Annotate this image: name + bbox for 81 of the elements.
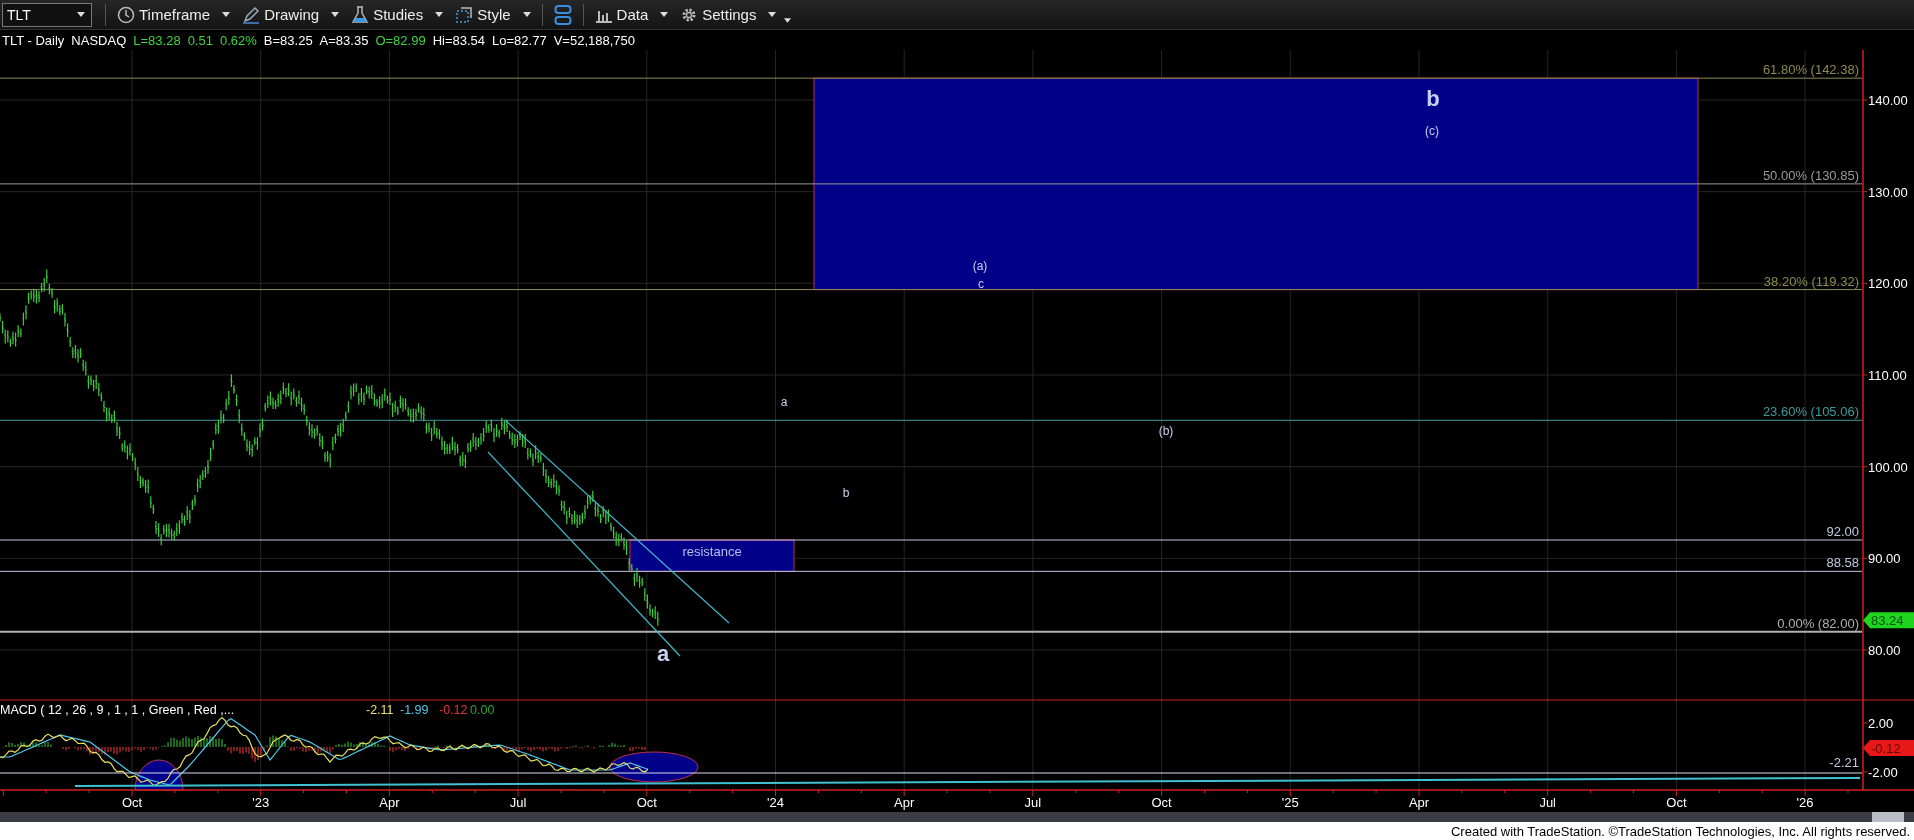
quote-value: 0.62% [219, 32, 257, 48]
indicator-value: 0.00 [470, 703, 495, 717]
caret-icon [768, 12, 777, 17]
level-label: 92.00 [1826, 524, 1859, 539]
time-axis-label: Jul [1539, 795, 1556, 810]
quote-value: Hi=83.54 [432, 32, 486, 48]
price-axis-label: 90.00 [1868, 551, 1901, 567]
caret-icon [331, 12, 340, 17]
level-label: 50.00% (130.85) [1762, 167, 1859, 183]
level-label: 0.00% (82.00) [1777, 615, 1859, 631]
quote-value: 0.51 [187, 32, 213, 48]
scrollbar-thumb[interactable] [1872, 812, 1904, 822]
quote-value: O=82.99 [375, 32, 426, 48]
scrollbar[interactable] [0, 812, 1914, 822]
clock-icon [117, 5, 135, 24]
quote-value: B=83.25 [263, 32, 313, 48]
caret-icon [660, 12, 669, 17]
wave-label: b [842, 486, 850, 500]
time-axis-label: '26 [1796, 795, 1814, 810]
wave-label: a [780, 395, 788, 409]
price-axis-label: 130.00 [1868, 184, 1908, 200]
studies-menu[interactable]: Studies [347, 3, 448, 26]
drawing-menu[interactable]: Drawing [238, 3, 344, 26]
time-axis-label: Apr [1408, 795, 1430, 810]
stacked-panels-icon [553, 3, 572, 26]
wave-label: (b) [1158, 424, 1174, 438]
time-axis-label: '24 [767, 795, 784, 810]
caret-icon [222, 12, 231, 17]
quote-value: NASDAQ [71, 32, 127, 48]
price-axis-label: 100.00 [1868, 459, 1908, 475]
time-axis-label: Apr [379, 795, 400, 810]
data-menu[interactable]: Data [590, 3, 673, 26]
wave-label: (a) [972, 259, 988, 273]
caret-icon [435, 12, 444, 17]
settings-menu[interactable]: Settings [676, 3, 781, 26]
price-axis-label: 120.00 [1868, 276, 1908, 292]
overflow-caret-icon[interactable] [784, 18, 792, 23]
level-label: 38.20% (119.32) [1763, 273, 1859, 289]
price-axis-label: 110.00 [1868, 368, 1907, 383]
timeframe-menu[interactable]: Timeframe [113, 3, 235, 26]
time-axis-label: Apr [894, 795, 915, 810]
last-value-tag: -0.12 [1863, 740, 1914, 756]
wave-label: a [656, 641, 670, 666]
quote-value: Lo=82.77 [492, 32, 547, 48]
price-axis-label: 80.00 [1868, 643, 1901, 658]
flask-icon [351, 5, 370, 24]
symbol-field[interactable]: TLT [2, 2, 92, 27]
indicator-axis-label: 2.00 [1868, 716, 1894, 731]
dashed-square-icon [455, 5, 474, 24]
price-axis-label: 140.00 [1868, 93, 1908, 108]
indicator-value: -2.11 [366, 703, 394, 717]
caret-icon [77, 12, 85, 17]
quote-value: A=83.35 [319, 32, 369, 48]
copyright-text: Created with TradeStation. ©TradeStation Technologies, Inc. All rights reserved. [1450, 823, 1910, 839]
level-label: 61.80% (142.38) [1762, 62, 1859, 78]
quote-value: L=83.28 [133, 32, 181, 48]
time-axis-label: '25 [1281, 795, 1299, 810]
indicator-title: MACD ( 12 , 26 , 9 , 1 , 1 , Green , Red ,... [0, 703, 235, 717]
indicator-axis-label: -2.00 [1868, 765, 1898, 780]
pencil-icon [242, 5, 261, 24]
wave-label: c [978, 277, 984, 291]
last-price-tag: 83.24 [1863, 612, 1914, 629]
time-axis-label: Oct [121, 795, 143, 810]
time-axis-label: Oct [1666, 795, 1687, 810]
style-menu[interactable]: Style [451, 3, 535, 26]
time-axis-label: Jul [509, 795, 527, 810]
time-axis-label: Oct [636, 795, 657, 810]
quote-value: TLT - Daily [2, 32, 65, 48]
level-label: 88.58 [1826, 555, 1859, 571]
quote-value: V=52,188,750 [553, 32, 635, 48]
indicator-value: -0.12 [439, 703, 468, 717]
time-axis-label: '23 [252, 795, 270, 810]
level-label: 23.60% (105.06) [1762, 404, 1859, 420]
time-axis-label: Jul [1024, 795, 1042, 810]
indicator-value: -1.99 [400, 703, 429, 717]
level-label: -2.21 [1829, 755, 1859, 770]
zone-label: resistance [682, 544, 742, 559]
wave-label: (c) [1425, 124, 1439, 138]
caret-icon [522, 12, 531, 17]
time-axis-label: Oct [1151, 795, 1172, 810]
wave-label: b [1426, 86, 1440, 111]
